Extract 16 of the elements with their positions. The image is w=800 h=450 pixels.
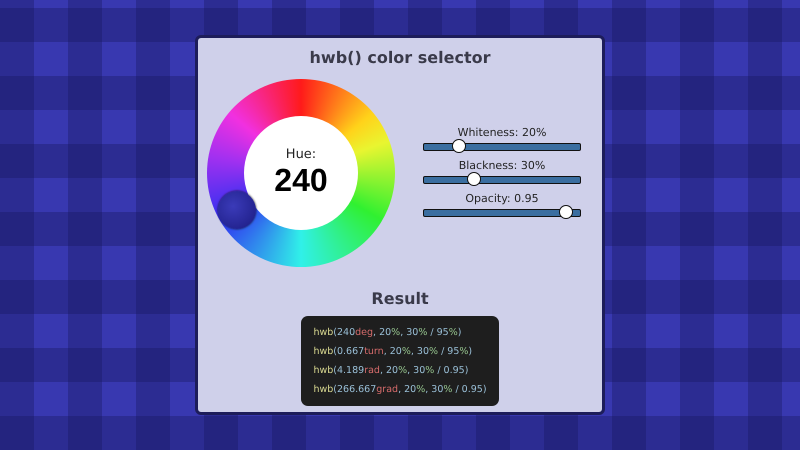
slider-thumb[interactable] xyxy=(558,204,573,218)
slider-thumb[interactable] xyxy=(452,138,466,152)
hue-value: 240 xyxy=(274,162,328,199)
code-line: hwb(240deg, 20%, 30% / 95%) xyxy=(313,326,462,340)
slider-thumb[interactable] xyxy=(466,172,481,186)
slider-label: Whiteness: 20% xyxy=(458,126,546,138)
slider-label: Opacity: 0.95 xyxy=(465,192,539,204)
hue-handle[interactable] xyxy=(218,191,256,229)
code-line: hwb(4.189rad, 20%, 30% / 0.95) xyxy=(313,364,468,378)
code-line: hwb(0.667turn, 20%, 30% / 95%) xyxy=(313,345,472,359)
hue-label: Hue: xyxy=(286,147,316,162)
slider-label: Blackness: 30% xyxy=(458,158,546,172)
hue-wheel[interactable]: Hue: 240 xyxy=(207,79,395,267)
result-heading: Result xyxy=(371,289,429,308)
card-title: hwb() color selector xyxy=(310,48,490,67)
code-line: hwb(266.667grad, 20%, 30% / 0.95) xyxy=(313,383,487,397)
